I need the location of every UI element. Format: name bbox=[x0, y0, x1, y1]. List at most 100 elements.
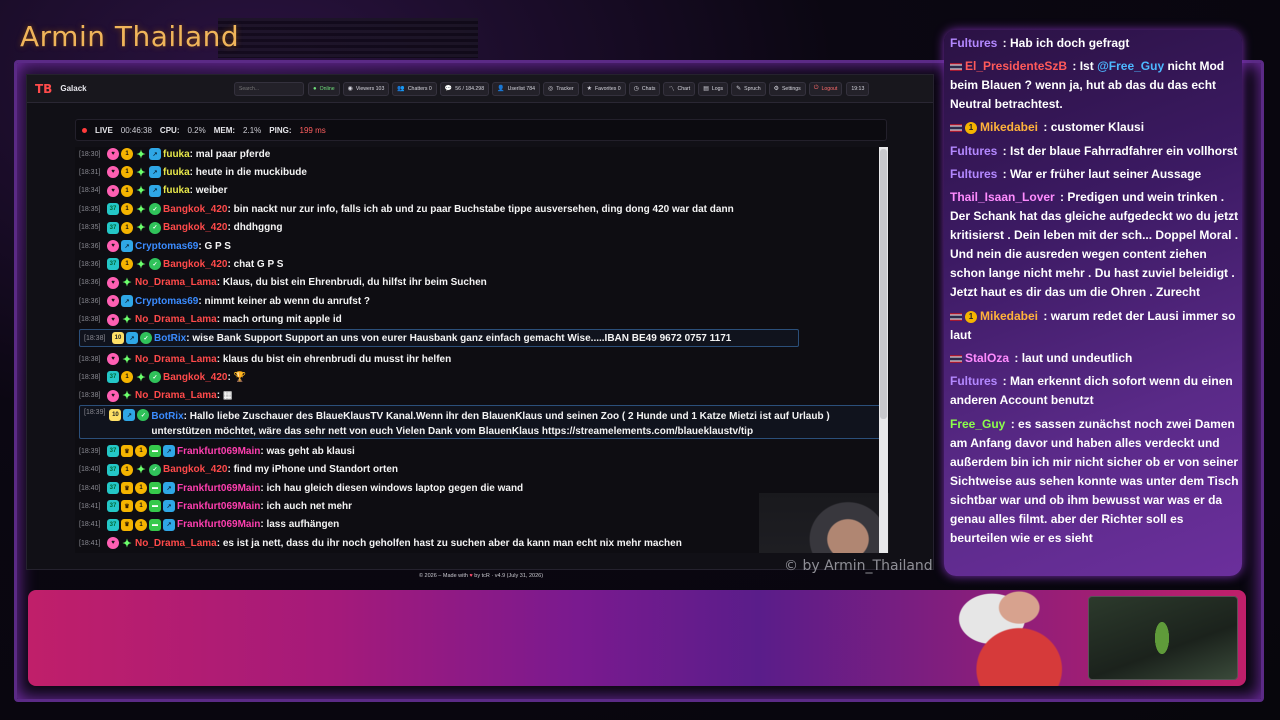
chat-message: [18:38] 37 1 ✦ ✓ Bangkok_420: 🏆 bbox=[79, 368, 885, 386]
mention-link[interactable]: @Free_Guy bbox=[1097, 59, 1164, 73]
teal-badge-icon: 37 bbox=[107, 463, 119, 476]
thai-flag-icon bbox=[950, 312, 962, 321]
spruch-icon: ✎ bbox=[736, 86, 742, 92]
verify-badge-icon: ✓ bbox=[149, 463, 161, 476]
nav-label: Userlist 784 bbox=[507, 85, 535, 92]
message-body: fuuka: heute in die muckibude bbox=[163, 167, 307, 178]
username[interactable]: Bangkok_420 bbox=[163, 204, 227, 215]
chat-message: [18:38] ♥ ✦ No_Drama_Lama: mach ortung mit … bbox=[79, 311, 885, 329]
footer-post: by tcR · v4.9 (July 31, 2026) bbox=[474, 573, 544, 579]
nav-button-chatters[interactable]: 👥 Chatters 0 bbox=[392, 81, 437, 96]
nav-button-logout[interactable]: ⏻ Logout bbox=[808, 81, 843, 96]
message-text: es ist ja nett, dass du ihr noch geholfe… bbox=[222, 537, 682, 549]
nav-button-logs[interactable]: ▤ Logs bbox=[698, 81, 729, 96]
side-chat-message: 1 Mikedabei : customer Klausi bbox=[950, 118, 1240, 137]
chat-message: [18:36] ♥ ✦ No_Drama_Lama: Klaus, du bist e… bbox=[79, 274, 885, 292]
username[interactable]: Cryptomas69 bbox=[135, 241, 198, 252]
nav-button-viewers[interactable]: ◉ Viewers 103 bbox=[342, 81, 390, 96]
nav-button-tracker[interactable]: ◎ Tracker bbox=[542, 81, 579, 96]
username[interactable]: fuuka bbox=[163, 185, 190, 196]
side-username[interactable]: Fultures bbox=[950, 374, 997, 388]
side-username[interactable]: Thail_Isaan_Lover bbox=[950, 190, 1055, 204]
chat-scrollbar[interactable] bbox=[879, 147, 888, 553]
username[interactable]: Bangkok_420 bbox=[163, 222, 227, 233]
app-logo[interactable]: TB Galack bbox=[35, 82, 230, 96]
username[interactable]: Cryptomas69 bbox=[135, 296, 198, 307]
username[interactable]: Bangkok_420 bbox=[163, 372, 227, 383]
side-username[interactable]: Fultures bbox=[950, 36, 997, 50]
green-badge-icon: ✦ bbox=[136, 258, 146, 271]
username[interactable]: Bangkok_420 bbox=[163, 464, 227, 475]
side-username[interactable]: El_PresidenteSzB bbox=[965, 59, 1067, 73]
username[interactable]: Frankfurt069Main bbox=[177, 501, 260, 512]
nav-button-online[interactable]: ● Online bbox=[308, 81, 340, 96]
crown-badge-icon: ♛ bbox=[121, 518, 133, 531]
gold-badge-icon: 1 bbox=[121, 203, 133, 216]
timestamp: [18:41] bbox=[79, 502, 101, 510]
side-chat-message: 1 Mikedabei : warum redet der Lausi immer… bbox=[950, 307, 1240, 345]
pink-badge-icon: ♥ bbox=[107, 276, 119, 289]
timestamp: [18:35] bbox=[79, 224, 101, 232]
side-username[interactable]: Mikedabei bbox=[980, 309, 1038, 323]
username[interactable]: Frankfurt069Main bbox=[177, 519, 260, 530]
viewers-icon: ◉ bbox=[347, 86, 353, 92]
nav-button-spruch[interactable]: ✎ Spruch bbox=[731, 81, 766, 96]
verify-badge-icon: ✓ bbox=[140, 332, 152, 344]
teal-badge-icon: 37 bbox=[107, 203, 119, 216]
verify-badge-icon: ✓ bbox=[149, 203, 161, 216]
side-username[interactable]: Fultures bbox=[950, 167, 997, 181]
username[interactable]: fuuka bbox=[163, 149, 190, 160]
username[interactable]: fuuka bbox=[163, 167, 190, 178]
nav-button-messages[interactable]: 💬 56 / 184.298 bbox=[439, 81, 490, 96]
username[interactable]: Frankfurt069Main bbox=[177, 483, 260, 494]
nav-button-chart[interactable]: 〽 Chart bbox=[663, 81, 696, 96]
separator: : bbox=[1011, 351, 1022, 365]
username[interactable]: BotRix bbox=[151, 411, 183, 422]
message-body: fuuka: mal paar pferde bbox=[163, 149, 270, 160]
timestamp: [18:36] bbox=[79, 242, 101, 250]
green-badge-icon: ✦ bbox=[122, 353, 132, 366]
search-input[interactable]: Search... bbox=[234, 81, 304, 96]
message-text: ich hau gleich diesen windows laptop geg… bbox=[266, 482, 524, 494]
heart-icon: ♥ bbox=[469, 573, 473, 579]
blue-badge-icon: ↗ bbox=[163, 445, 175, 458]
side-username[interactable]: Fultures bbox=[950, 144, 997, 158]
channel-title: Armin Thailand bbox=[20, 20, 240, 53]
scrollbar-thumb[interactable] bbox=[880, 149, 887, 419]
username[interactable]: No_Drama_Lama bbox=[135, 314, 217, 325]
message-text: G P S bbox=[204, 240, 231, 252]
side-chat-message: Fultures : Hab ich doch gefragt bbox=[950, 34, 1240, 53]
bot-message: [18:38] 10 ↗ ✓ BotRix: wise Bank Support Sup… bbox=[79, 329, 799, 347]
green-badge-icon: ✦ bbox=[136, 371, 146, 384]
username[interactable]: No_Drama_Lama bbox=[135, 354, 217, 365]
username[interactable]: BotRix bbox=[154, 333, 186, 344]
blue-badge-icon: ↗ bbox=[126, 332, 138, 344]
blue-badge-icon: ↗ bbox=[163, 482, 175, 494]
username[interactable]: No_Drama_Lama bbox=[135, 277, 217, 288]
nav-button-favorites[interactable]: ★ Favorites 0 bbox=[581, 81, 626, 96]
username[interactable]: No_Drama_Lama bbox=[135, 390, 217, 401]
side-chat-message: StalOza : laut und undeutlich bbox=[950, 349, 1240, 368]
live-time: 00:46:38 bbox=[120, 125, 152, 135]
username[interactable]: No_Drama_Lama bbox=[135, 538, 217, 549]
blue-badge-icon: ↗ bbox=[149, 148, 161, 160]
message-body: Frankfurt069Main: was geht ab klausi bbox=[177, 446, 355, 457]
blue-badge-icon: ↗ bbox=[123, 409, 136, 422]
side-text: customer Klausi bbox=[1050, 120, 1145, 134]
message-text: dhdhggng bbox=[233, 222, 283, 234]
side-text: Predigen und wein trinken . Der Schank h… bbox=[950, 190, 1239, 299]
side-username[interactable]: StalOza bbox=[965, 351, 1009, 365]
message-body: No_Drama_Lama: Klaus, du bist ein Ehrenb… bbox=[135, 277, 487, 288]
side-username[interactable]: Mikedabei bbox=[980, 120, 1038, 134]
app-name: Galack bbox=[60, 84, 87, 93]
username[interactable]: Bangkok_420 bbox=[163, 259, 227, 270]
nav-label: Logout bbox=[821, 85, 838, 92]
side-username[interactable]: Free_Guy bbox=[950, 417, 1005, 431]
nav-button-chats[interactable]: ◷ Chats bbox=[628, 81, 661, 96]
nav-button-userlist[interactable]: 👤 Userlist 784 bbox=[492, 81, 540, 96]
nav-button-settings[interactable]: ⚙ Settings bbox=[768, 81, 806, 96]
ping-label: PING: bbox=[269, 125, 292, 135]
mem-label: MEM: bbox=[213, 125, 236, 135]
chat-log[interactable]: [18:41] ♥ ✦ No_Drama_Lama: es ist ja nett, … bbox=[75, 147, 889, 553]
username[interactable]: Frankfurt069Main bbox=[177, 446, 260, 457]
